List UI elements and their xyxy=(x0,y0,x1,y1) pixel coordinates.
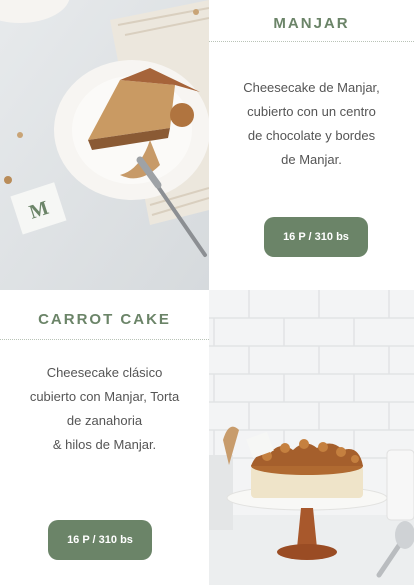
carrot-description-line: & hilos de Manjar. xyxy=(52,437,157,452)
manjar-title: MANJAR xyxy=(273,15,350,32)
carrot-divider xyxy=(0,339,209,340)
carrot-title: CARROT CAKE xyxy=(38,311,171,328)
manjar-price-button[interactable]: 16 P / 310 bs xyxy=(264,217,368,257)
manjar-description: Cheesecake de Manjar, cubierto con un ce… xyxy=(209,76,414,172)
carrot-description-line: de zanahoria xyxy=(66,413,143,428)
manjar-description-line: cubierto con un centro xyxy=(247,104,376,119)
manjar-photo-illustration: M xyxy=(0,0,209,290)
carrot-description-line: cubierto con Manjar, Torta xyxy=(29,389,180,404)
manjar-description-line: de chocolate y bordes xyxy=(247,128,376,143)
carrot-photo xyxy=(209,290,414,585)
manjar-card: MANJAR Cheesecake de Manjar, cubierto co… xyxy=(209,0,414,290)
carrot-card: CARROT CAKE Cheesecake clásico cubierto … xyxy=(0,290,209,585)
carrot-description: Cheesecake clásico cubierto con Manjar, … xyxy=(0,361,209,457)
manjar-divider xyxy=(209,41,414,42)
carrot-price-label: 16 P / 310 bs xyxy=(67,534,133,546)
carrot-description-line: Cheesecake clásico xyxy=(46,365,163,380)
carrot-photo-illustration xyxy=(209,290,414,585)
manjar-photo: M xyxy=(0,0,209,290)
manjar-price-label: 16 P / 310 bs xyxy=(283,231,349,243)
manjar-description-line: Cheesecake de Manjar, xyxy=(243,80,380,95)
carrot-price-button[interactable]: 16 P / 310 bs xyxy=(48,520,152,560)
menu-grid: M MANJAR Cheesecake de Manjar, cubierto … xyxy=(0,0,414,585)
manjar-description-line: de Manjar. xyxy=(281,152,342,167)
